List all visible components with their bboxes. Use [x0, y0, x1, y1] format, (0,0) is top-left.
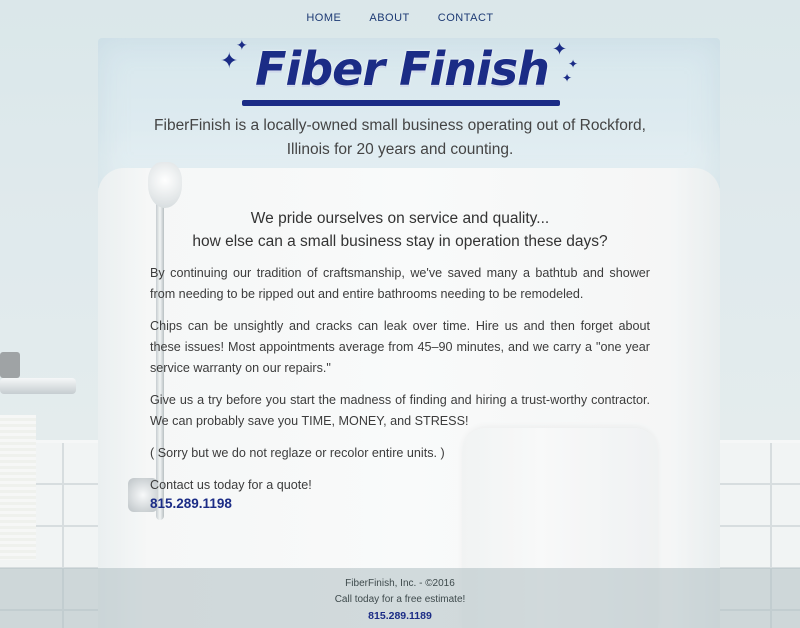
main-content: By continuing our tradition of craftsman…	[150, 263, 650, 511]
heading-line-1: We pride ourselves on service and qualit…	[250, 210, 550, 227]
footer-copyright: FiberFinish, Inc. - ©2016	[345, 578, 455, 589]
heading-line-2: how else can a small business stay in op…	[192, 233, 608, 250]
top-navigation: HOME ABOUT CONTACT	[0, 12, 800, 24]
fiber-finish-logo: ✦ ✦ Fiber Finish ✦ ✦ ✦	[218, 38, 584, 112]
footer-cta: Call today for a free estimate!	[334, 594, 466, 605]
phone-link[interactable]: 815.289.1198	[150, 496, 650, 511]
paragraph-chips-cracks: Chips can be unsightly and cracks can le…	[150, 319, 650, 375]
sparkle-icon: ✦	[568, 57, 579, 71]
nav-home-link[interactable]: HOME	[306, 12, 341, 24]
nav-contact-link[interactable]: CONTACT	[438, 12, 494, 24]
sparkle-icon: ✦	[552, 39, 568, 59]
paragraph-craftsmanship: By continuing our tradition of craftsman…	[150, 266, 650, 301]
footer-phone-link[interactable]: 815.289.1189	[0, 608, 800, 624]
paragraph-disclaimer: ( Sorry but we do not reglaze or recolor…	[150, 446, 445, 460]
logo-wordmark: Fiber Finish	[255, 42, 550, 96]
tagline: FiberFinish is a locally-owned small bus…	[154, 117, 646, 158]
logo-underline	[242, 100, 560, 106]
paragraph-try-us: Give us a try before you start the madne…	[150, 393, 650, 428]
contact-prompt: Contact us today for a quote!	[150, 478, 312, 492]
nav-about-link[interactable]: ABOUT	[369, 12, 409, 24]
sparkle-icon: ✦	[562, 71, 573, 85]
footer: FiberFinish, Inc. - ©2016 Call today for…	[0, 568, 800, 628]
sparkle-icon: ✦	[220, 48, 239, 73]
section-heading: We pride ourselves on service and qualit…	[140, 207, 660, 253]
